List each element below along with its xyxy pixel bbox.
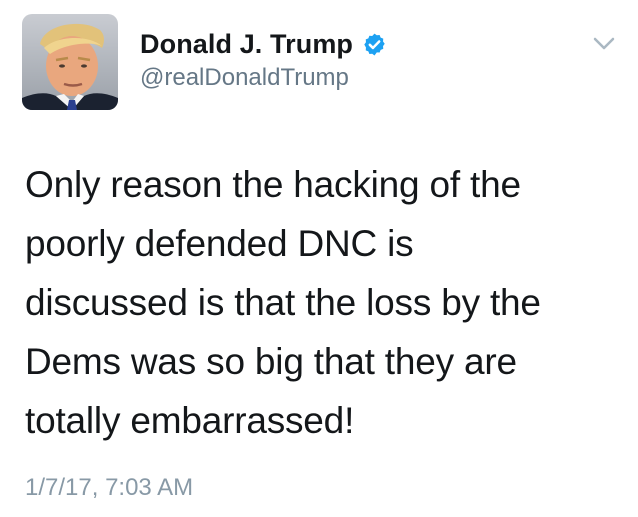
tweet-header: Donald J. Trump @realDonaldTrump xyxy=(22,14,618,112)
tweet-text-line: discussed is that the loss by the xyxy=(25,282,541,323)
tweet-text-line: totally embarrassed! xyxy=(25,400,355,441)
tweet-card: Donald J. Trump @realDonaldTrump Only re… xyxy=(0,0,638,517)
tweet-text-line: Dems was so big that they are xyxy=(25,341,517,382)
display-name-row: Donald J. Trump xyxy=(140,28,387,60)
tweet-timestamp[interactable]: 1/7/17, 7:03 AM xyxy=(25,474,193,502)
display-name[interactable]: Donald J. Trump xyxy=(140,29,353,60)
tweet-text: Only reason the hacking of the poorly de… xyxy=(25,155,625,450)
author-names: Donald J. Trump @realDonaldTrump xyxy=(140,28,387,92)
author-handle[interactable]: @realDonaldTrump xyxy=(140,64,387,92)
tweet-text-line: Only reason the hacking of the xyxy=(25,164,521,205)
avatar[interactable] xyxy=(22,14,118,110)
chevron-down-icon[interactable] xyxy=(592,36,616,52)
profile-photo-icon xyxy=(22,14,118,110)
verified-badge-icon xyxy=(362,32,387,57)
tweet-text-line: poorly defended DNC is xyxy=(25,223,414,264)
